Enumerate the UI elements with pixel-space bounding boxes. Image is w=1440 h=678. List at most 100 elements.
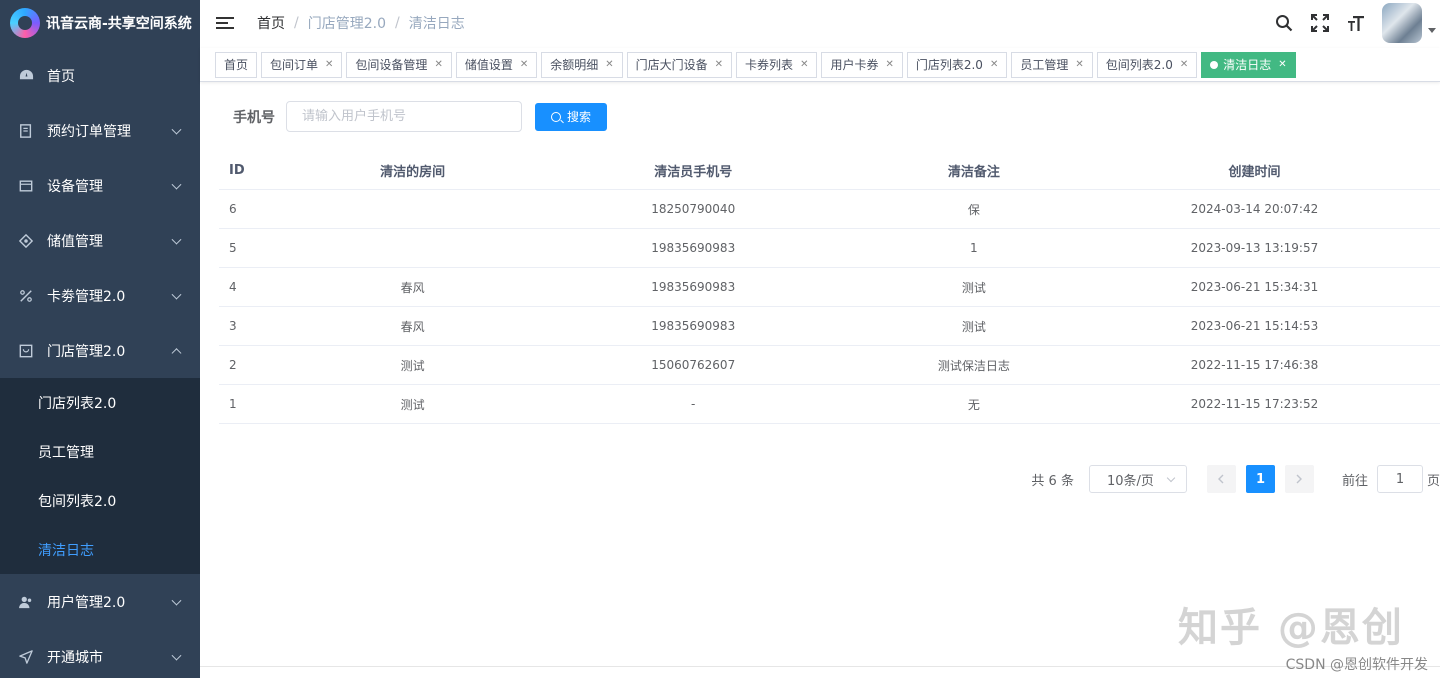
divider: [200, 666, 1440, 667]
close-icon[interactable]: ✕: [885, 59, 893, 70]
search-form: 手机号 搜索: [233, 101, 607, 132]
tag-label: 包间设备管理: [355, 58, 428, 72]
breadcrumb-home[interactable]: 首页: [257, 13, 285, 33]
font-size-icon[interactable]: [1346, 13, 1366, 33]
breadcrumb-separator: /: [394, 15, 400, 31]
chevron-down-icon: [171, 595, 182, 606]
table-row: 2 测试 15060762607 测试保洁日志 2022-11-15 17:46…: [219, 346, 1440, 385]
close-icon[interactable]: ✕: [990, 59, 998, 70]
tag-stored-value[interactable]: 储值设置 ✕: [455, 51, 538, 78]
fullscreen-icon[interactable]: [1310, 13, 1330, 33]
logo[interactable]: 讯音云商-共享空间系统: [0, 0, 200, 46]
tag-room-orders[interactable]: 包间订单 ✕: [261, 51, 343, 78]
tag-label: 门店大门设备: [635, 58, 708, 72]
tag-label: 首页: [224, 58, 249, 72]
cleaning-log-table: ID 清洁的房间 清洁员手机号 清洁备注 创建时间 6 18250790040 …: [219, 151, 1440, 424]
close-icon[interactable]: ✕: [800, 59, 808, 70]
tag-room-devices[interactable]: 包间设备管理 ✕: [346, 51, 452, 78]
caret-down-icon[interactable]: [1428, 27, 1436, 33]
page-size-value: 10条/页: [1106, 473, 1154, 489]
pagination-jumper: 前往 页: [1342, 465, 1440, 493]
close-icon[interactable]: ✕: [715, 59, 723, 70]
pagination-total: 共 6 条: [1031, 473, 1074, 489]
tag-store-list[interactable]: 门店列表2.0 ✕: [906, 51, 1008, 78]
tag-label: 包间列表2.0: [1105, 58, 1173, 72]
search-button-label: 搜索: [566, 110, 591, 124]
phone-search-input[interactable]: [286, 101, 522, 132]
sidebar-item-home[interactable]: 首页: [0, 48, 200, 103]
sidebar-item-users[interactable]: 用户管理2.0: [0, 574, 200, 629]
app: 讯音云商-共享空间系统 首页 预约订单管理 设备管理 储值管理 卡劵管理2.0 …: [0, 0, 1440, 678]
hamburger-icon[interactable]: [216, 14, 234, 32]
close-icon[interactable]: ✕: [325, 59, 333, 70]
cell-room: 春风: [400, 319, 425, 334]
sidebar-item-cities[interactable]: 开通城市: [0, 629, 200, 678]
cell-room: 春风: [400, 280, 425, 295]
store-icon: [18, 343, 34, 359]
table-row: 1 测试 - 无 2022-11-15 17:23:52: [219, 385, 1440, 424]
search-icon[interactable]: [1274, 13, 1294, 33]
header-note: 清洁备注: [947, 164, 1000, 180]
tag-label: 包间订单: [270, 58, 319, 72]
goto-suffix: 页: [1426, 473, 1440, 489]
tag-staff[interactable]: 员工管理 ✕: [1011, 51, 1093, 78]
tag-label: 储值设置: [464, 58, 513, 72]
pagination: 共 6 条 10条/页 1 前往 页: [1031, 465, 1440, 493]
sidebar-item-label: 预约订单管理: [47, 123, 131, 140]
sidebar-item-label: 储值管理: [47, 233, 103, 250]
tag-coupon-list[interactable]: 卡券列表 ✕: [736, 51, 818, 78]
cell-note: 无: [967, 397, 980, 412]
goto-page-input[interactable]: [1376, 465, 1423, 493]
close-icon[interactable]: ✕: [1075, 59, 1083, 70]
next-page-button[interactable]: [1284, 465, 1314, 493]
prev-page-button[interactable]: [1206, 465, 1236, 493]
search-button[interactable]: 搜索: [535, 102, 607, 131]
sidebar-item-store-list[interactable]: 门店列表2.0: [0, 378, 200, 427]
tag-balance-detail[interactable]: 余额明细 ✕: [541, 51, 623, 78]
tag-home[interactable]: 首页: [215, 51, 258, 78]
cell-id: 3: [229, 319, 237, 333]
sidebar-item-label: 门店管理2.0: [47, 343, 126, 360]
app-title: 讯音云商-共享空间系统: [46, 16, 192, 32]
avatar[interactable]: [1382, 3, 1422, 43]
breadcrumb-current: 清洁日志: [408, 16, 465, 32]
sidebar-item-label: 用户管理2.0: [47, 594, 126, 611]
close-icon[interactable]: ✕: [1278, 59, 1286, 70]
header-cleaner-phone: 清洁员手机号: [654, 164, 733, 180]
csdn-watermark: CSDN @恩创软件开发: [1285, 657, 1428, 673]
close-icon[interactable]: ✕: [605, 59, 613, 70]
sidebar-item-rooms[interactable]: 包间列表2.0: [0, 476, 200, 525]
tag-cleaning-log[interactable]: 清洁日志 ✕: [1201, 51, 1296, 78]
navbar-right: [1274, 0, 1440, 46]
close-icon[interactable]: ✕: [434, 59, 442, 70]
cell-id: 6: [229, 202, 237, 216]
tag-user-coupons[interactable]: 用户卡券 ✕: [821, 51, 903, 78]
cell-note: 1: [970, 241, 978, 255]
cell-id: 1: [229, 397, 237, 411]
sidebar-item-orders[interactable]: 预约订单管理: [0, 103, 200, 158]
sidebar-item-devices[interactable]: 设备管理: [0, 158, 200, 213]
logo-icon: [10, 8, 40, 38]
close-icon[interactable]: ✕: [520, 59, 528, 70]
cell-phone: 18250790040: [651, 202, 736, 216]
sidebar-item-coupons[interactable]: 卡劵管理2.0: [0, 268, 200, 323]
send-icon: [18, 649, 34, 665]
tag-gate-devices[interactable]: 门店大门设备 ✕: [626, 51, 733, 78]
close-icon[interactable]: ✕: [1180, 59, 1188, 70]
tag-room-list[interactable]: 包间列表2.0 ✕: [1096, 51, 1198, 78]
sidebar-item-stores[interactable]: 门店管理2.0: [0, 323, 200, 378]
table-row: 5 19835690983 1 2023-09-13 13:19:57: [219, 229, 1440, 268]
page-size-select[interactable]: 10条/页: [1088, 465, 1187, 493]
sidebar-item-staff[interactable]: 员工管理: [0, 427, 200, 476]
chevron-down-icon: [171, 124, 182, 135]
sidebar-item-wallet[interactable]: 储值管理: [0, 213, 200, 268]
navbar: 首页 / 门店管理2.0 / 清洁日志: [200, 0, 1440, 46]
sidebar-item-cleaning-log[interactable]: 清洁日志: [0, 525, 200, 574]
sidebar-item-label: 首页: [47, 68, 75, 85]
breadcrumb-store-management[interactable]: 门店管理2.0: [308, 13, 386, 33]
page-number-current[interactable]: 1: [1245, 465, 1275, 493]
tags-view: 首页 包间订单 ✕ 包间设备管理 ✕ 储值设置 ✕ 余额明细 ✕ 门店大门设备 ✕ 卡券列…: [200, 48, 1440, 82]
main-content: 手机号 搜索 ID 清洁的房间 清洁员手机号 清洁备注 创建时间 6 18250…: [200, 82, 1440, 678]
cell-note: 保: [967, 202, 980, 217]
store-submenu: 门店列表2.0 员工管理 包间列表2.0 清洁日志: [0, 378, 200, 574]
